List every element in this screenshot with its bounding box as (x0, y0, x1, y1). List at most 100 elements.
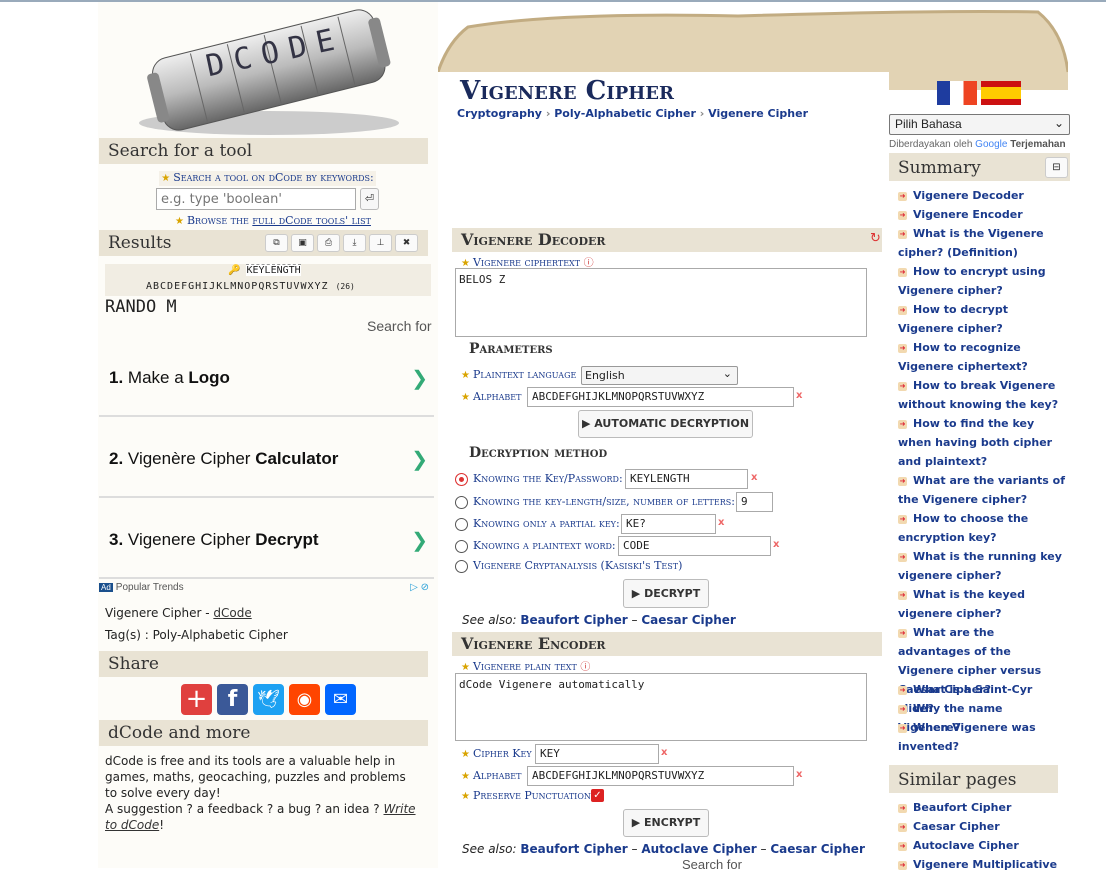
summary-item[interactable]: ➜ What is the Vigenere cipher? (Definitio… (898, 224, 1066, 262)
summary-item[interactable]: ➜ How to decrypt Vigenere cipher? (898, 300, 1066, 338)
flag-es-icon[interactable] (981, 81, 1021, 105)
preserve-punctuation-checkbox[interactable]: ✓ (591, 789, 604, 802)
summary-item[interactable]: ➜ How to break Vigenere without knowing t… (898, 376, 1066, 414)
encrypt-button[interactable]: ▶ ENCRYPT (623, 809, 709, 837)
chevron-down-icon: ⌄ (1053, 116, 1064, 130)
clear-partial-key-icon[interactable]: x (718, 517, 724, 528)
summary-item[interactable]: ➜ When Vigenere was invented? (898, 718, 1066, 756)
arrow-icon: ➜ (898, 381, 907, 391)
radio-partial-key[interactable] (455, 518, 468, 531)
decrypt-button[interactable]: ▶ DECRYPT (623, 579, 709, 608)
adchoices-icon[interactable]: ▷ ⊘ (410, 582, 429, 593)
similar-item[interactable]: ➜ Beaufort Cipher (898, 798, 1066, 817)
encoder-title: Vigenere Encoder (461, 634, 606, 653)
crumb-vigenere[interactable]: Vigenere Cipher (708, 107, 808, 120)
crumb-cryptography[interactable]: Cryptography (457, 107, 542, 120)
copy-button[interactable]: ⧉ (265, 234, 288, 252)
clear-enc-alphabet-icon[interactable]: x (796, 769, 802, 780)
opt3-label: Knowing only a partial key: (473, 517, 620, 530)
enc-alpha-label: ★ Alphabet (461, 769, 522, 782)
summary-title: Summary (898, 158, 981, 178)
see-beaufort-link[interactable]: Beaufort Cipher (520, 613, 627, 627)
dcode-logo[interactable]: DCODE (135, 5, 403, 137)
language-select[interactable]: Pilih Bahasa ⌄ (889, 114, 1070, 135)
share-add-icon[interactable]: + (181, 684, 212, 715)
summary-item[interactable]: ➜ How to find the key when having both ci… (898, 414, 1066, 471)
result-output[interactable]: RANDO M (105, 297, 177, 317)
print-button[interactable]: ⎙ (317, 234, 340, 252)
key-password-input[interactable]: KEYLENGTH (625, 469, 748, 489)
arrow-icon: ➜ (898, 803, 907, 813)
close-results-button[interactable]: ✖ (395, 234, 418, 252)
help-icon[interactable]: ⓘ (580, 662, 590, 673)
encoder-see-also: See also: Beaufort Cipher – Autoclave Ci… (462, 842, 865, 856)
arrow-icon: ➜ (898, 841, 907, 851)
pin-button[interactable]: ⊥ (369, 234, 392, 252)
collapse-summary-button[interactable]: ⊟ (1045, 157, 1068, 178)
email-icon[interactable]: ✉ (325, 684, 356, 715)
punct-label: ★ Preserve Punctuation (461, 789, 591, 802)
similar-title: Similar pages (898, 770, 1017, 790)
refresh-icon[interactable]: ↻ (870, 231, 881, 246)
auto-decrypt-button[interactable]: ▶ AUTOMATIC DECRYPTION (578, 410, 753, 438)
see-beaufort-link[interactable]: Beaufort Cipher (520, 842, 627, 856)
dcode-link[interactable]: dCode (213, 606, 251, 620)
crumb-poly-alphabetic[interactable]: Poly-Alphabetic Cipher (554, 107, 696, 120)
similar-item[interactable]: ➜ Vigenere Multiplicative (898, 855, 1066, 874)
decoder-alphabet-input[interactable]: ABCDEFGHIJKLMNOPQRSTUVWXYZ (527, 387, 794, 407)
radio-kasiski[interactable] (455, 560, 468, 573)
clear-cipher-key-icon[interactable]: x (661, 747, 667, 758)
encoder-alphabet-input[interactable]: ABCDEFGHIJKLMNOPQRSTUVWXYZ (527, 766, 794, 786)
arrow-icon: ➜ (898, 704, 907, 714)
arrow-icon: ➜ (898, 267, 907, 277)
arrow-icon: ➜ (898, 514, 907, 524)
plaintext-language-select[interactable]: English ⌄ (581, 366, 738, 385)
summary-item[interactable]: ➜ Vigenere Encoder (898, 205, 1066, 224)
radio-plaintext-word[interactable] (455, 540, 468, 553)
cipher-key-input[interactable]: KEY (535, 744, 659, 764)
summary-item[interactable]: ➜ What is the running key vigenere cipher… (898, 547, 1066, 585)
ad-footer: Ad Popular Trends ▷ ⊘ (99, 582, 429, 593)
see-caesar-link[interactable]: Caesar Cipher (641, 613, 736, 627)
page-title: Vigenere Cipher (460, 76, 674, 106)
radio-key-password[interactable] (455, 473, 468, 486)
star-icon: ★ (461, 370, 470, 381)
radio-key-length[interactable] (455, 496, 468, 509)
search-input[interactable] (156, 188, 356, 210)
arrow-icon: ➜ (898, 191, 907, 201)
summary-item[interactable]: ➜ What are the variants of the Vigenere c… (898, 471, 1066, 509)
twitter-icon[interactable]: 🕊 (253, 684, 284, 715)
clear-key-icon[interactable]: x (751, 472, 757, 483)
plaintext-word-input[interactable]: CODE (618, 536, 771, 556)
opt4-label: Knowing a plaintext word: (473, 539, 616, 552)
ad-item-1[interactable]: 1. Make a Logo ❯ (99, 338, 434, 417)
reddit-icon[interactable]: ◉ (289, 684, 320, 715)
summary-item[interactable]: ➜ How to encrypt using Vigenere cipher? (898, 262, 1066, 300)
search-go-button[interactable]: ⏎ (360, 188, 379, 210)
plaintext-textarea[interactable]: dCode Vigenere automatically (455, 673, 867, 741)
ad-item-2[interactable]: 2. Vigenère Cipher Calculator ❯ (99, 419, 434, 498)
summary-item[interactable]: ➜ How to choose the encryption key? (898, 509, 1066, 547)
arrow-icon: ➜ (898, 305, 907, 315)
clear-alphabet-icon[interactable]: x (796, 390, 802, 401)
ciphertext-textarea[interactable]: BELOS Z (455, 268, 867, 337)
summary-item[interactable]: ➜ How to recognize Vigenere ciphertext? (898, 338, 1066, 376)
see-autoclave-link[interactable]: Autoclave Cipher (641, 842, 756, 856)
browse-link[interactable]: full dCode tools' list (252, 214, 371, 227)
similar-item[interactable]: ➜ Autoclave Cipher (898, 836, 1066, 855)
facebook-icon[interactable]: f (217, 684, 248, 715)
summary-item[interactable]: ➜ Vigenere Decoder (898, 186, 1066, 205)
key-length-input[interactable]: 9 (736, 492, 773, 512)
partial-key-input[interactable]: KE? (621, 514, 716, 534)
ad-item-3[interactable]: 3. Vigenere Cipher Decrypt ❯ (99, 500, 434, 579)
screenshot-button[interactable]: ▣ (291, 234, 314, 252)
chevron-down-icon: ⌄ (722, 367, 732, 380)
summary-item[interactable]: ➜ What is the keyed vigenere cipher? (898, 585, 1066, 623)
more-title: dCode and more (108, 723, 251, 743)
clear-plaintext-word-icon[interactable]: x (773, 539, 779, 550)
see-caesar-link[interactable]: Caesar Cipher (770, 842, 865, 856)
flag-fr-icon[interactable] (937, 81, 977, 105)
similar-item[interactable]: ➜ Caesar Cipher (898, 817, 1066, 836)
download-button[interactable]: ⤓ (343, 234, 366, 252)
breadcrumb: Cryptography › Poly-Alphabetic Cipher › … (457, 107, 808, 120)
